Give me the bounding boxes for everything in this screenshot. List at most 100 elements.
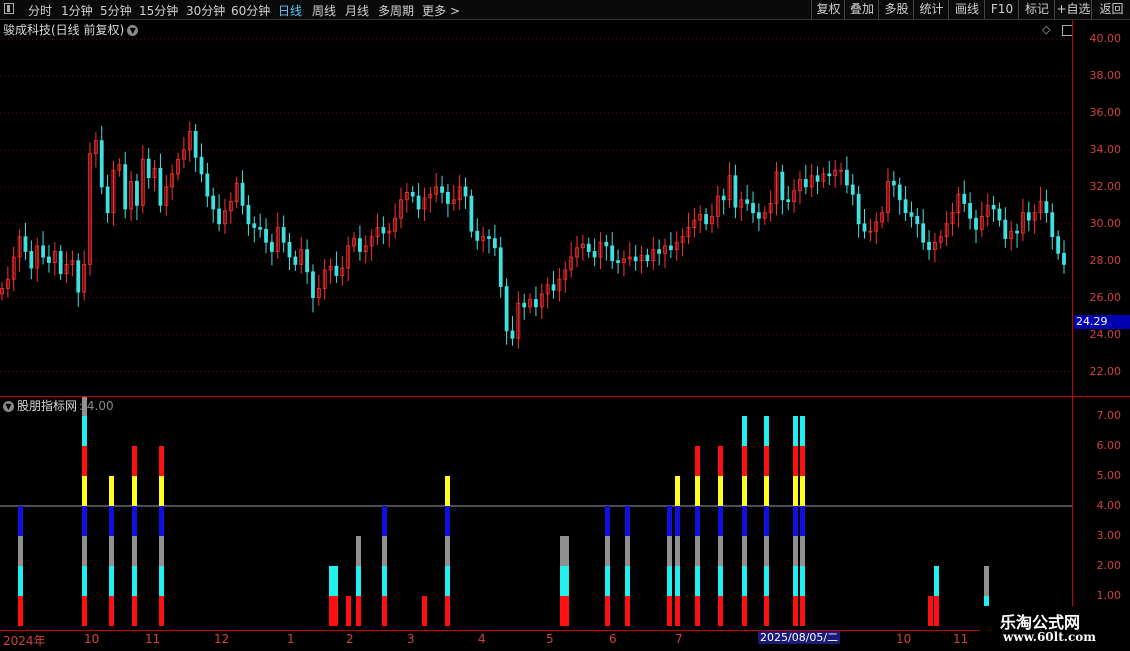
f10-button[interactable]: F10 — [984, 0, 1019, 19]
tab-5min[interactable]: 5分钟 — [100, 2, 132, 19]
y-tick-label: 32.00 — [1089, 179, 1122, 193]
candle-body — [293, 256, 298, 265]
candle-body — [158, 167, 163, 206]
indicator-bar-segment — [695, 506, 700, 536]
y-tick-label: 6.00 — [1096, 439, 1122, 452]
indicator-chart[interactable] — [0, 397, 1072, 630]
x-label: 4 — [478, 632, 486, 646]
indicator-bar-segment — [800, 476, 805, 506]
candle-body — [592, 251, 597, 258]
back-button[interactable]: 返回 — [1091, 0, 1130, 19]
candle-body — [334, 265, 339, 276]
draw-line-button[interactable]: 画线 — [948, 0, 985, 19]
indicator-bar-segment — [605, 506, 610, 536]
indicator-bar-segment — [625, 566, 630, 596]
y-tick-label: 26.00 — [1089, 290, 1122, 304]
watermark-url: www.60lt.com — [1003, 630, 1096, 644]
x-label: 12 — [214, 632, 230, 646]
indicator-bar-segment — [109, 536, 114, 566]
y-tick-label: 40.00 — [1089, 32, 1122, 46]
adjust-button[interactable]: 复权 — [811, 0, 845, 19]
multi-stock-button[interactable]: 多股 — [878, 0, 914, 19]
tab-monthly[interactable]: 月线 — [345, 2, 369, 19]
candle-body — [850, 184, 855, 195]
candle-body — [440, 186, 444, 193]
indicator-bar-segment — [605, 566, 610, 596]
candle-body — [586, 243, 591, 252]
candle-body — [1050, 212, 1055, 238]
indicator-bar-segment — [800, 416, 805, 446]
candle-body — [105, 186, 110, 214]
y-tick-label: 5.00 — [1096, 469, 1122, 482]
window-icon[interactable] — [4, 3, 14, 14]
indicator-bar-segment — [764, 596, 769, 626]
indicator-axis: 7.00 6.00 5.00 4.00 3.00 2.00 1.00 — [1072, 397, 1130, 630]
candle-body — [616, 260, 620, 263]
mark-button[interactable]: 标记 — [1018, 0, 1055, 19]
indicator-bar-segment — [742, 566, 747, 596]
y-tick-label: 24.00 — [1089, 327, 1122, 341]
candle-body — [29, 251, 34, 269]
candle-body — [962, 193, 967, 204]
candle-body — [446, 191, 450, 204]
candle-body — [756, 212, 761, 219]
indicator-bar-segment — [82, 506, 87, 536]
candle-body — [534, 299, 538, 308]
indicator-bar-segment — [18, 536, 23, 566]
candle-body — [733, 175, 738, 208]
candle-body — [463, 186, 468, 197]
y-tick-label: 22.00 — [1089, 364, 1122, 378]
candle-body — [891, 180, 896, 186]
tab-1min[interactable]: 1分钟 — [61, 2, 93, 19]
indicator-bar-segment — [675, 536, 680, 566]
x-label: 6 — [609, 632, 617, 646]
candle-body — [522, 302, 527, 308]
tab-30min[interactable]: 30分钟 — [186, 2, 225, 19]
price-axis: 40.00 38.00 36.00 34.00 32.00 30.00 28.00 26.00… — [1072, 20, 1130, 396]
indicator-bar-segment — [667, 566, 672, 596]
x-label: 7 — [675, 632, 683, 646]
indicator-bar-segment — [800, 596, 805, 626]
add-watchlist-button[interactable]: +自选 — [1054, 0, 1092, 19]
indicator-bar-segment — [132, 596, 137, 626]
candle-body — [827, 173, 832, 177]
indicator-bar-segment — [695, 446, 700, 476]
indicator-bar-segment — [605, 536, 610, 566]
candle-body — [903, 199, 908, 214]
tab-60min[interactable]: 60分钟 — [231, 2, 270, 19]
candle-body — [645, 254, 650, 262]
indicator-bar-segment — [764, 506, 769, 536]
tab-more[interactable]: 更多 > — [422, 2, 460, 19]
indicator-bar-segment — [718, 476, 723, 506]
y-tick-label: 28.00 — [1089, 253, 1122, 267]
indicator-bar-segment — [82, 536, 87, 566]
stats-button[interactable]: 统计 — [913, 0, 949, 19]
y-tick-label: 34.00 — [1089, 142, 1122, 156]
tab-15min[interactable]: 15分钟 — [139, 2, 178, 19]
indicator-bar-segment — [764, 416, 769, 446]
indicator-bar-segment — [800, 506, 805, 536]
candlestick-chart[interactable] — [0, 20, 1072, 396]
candle-body — [991, 204, 996, 210]
candle-body — [217, 208, 221, 225]
tab-multi-period[interactable]: 多周期 — [378, 2, 414, 19]
candle-body — [23, 236, 28, 252]
indicator-bar-segment — [675, 596, 680, 626]
candle-body — [909, 212, 914, 217]
indicator-bar-segment — [564, 596, 569, 626]
indicator-bar-segment — [18, 506, 23, 536]
indicator-bar-segment — [382, 566, 387, 596]
candle-body — [997, 208, 1002, 221]
indicator-bar-segment — [793, 536, 798, 566]
candle-body — [305, 249, 310, 273]
indicator-bar-segment — [132, 566, 137, 596]
candle-body — [862, 223, 867, 232]
tab-timeshare[interactable]: 分时 — [28, 2, 52, 19]
x-label: 3 — [407, 632, 415, 646]
candle-body — [915, 215, 920, 225]
overlay-button[interactable]: 叠加 — [844, 0, 879, 19]
candle-body — [803, 179, 808, 188]
tab-weekly[interactable]: 周线 — [312, 2, 336, 19]
tab-daily[interactable]: 日线 — [278, 2, 302, 19]
indicator-bar-segment — [718, 566, 723, 596]
